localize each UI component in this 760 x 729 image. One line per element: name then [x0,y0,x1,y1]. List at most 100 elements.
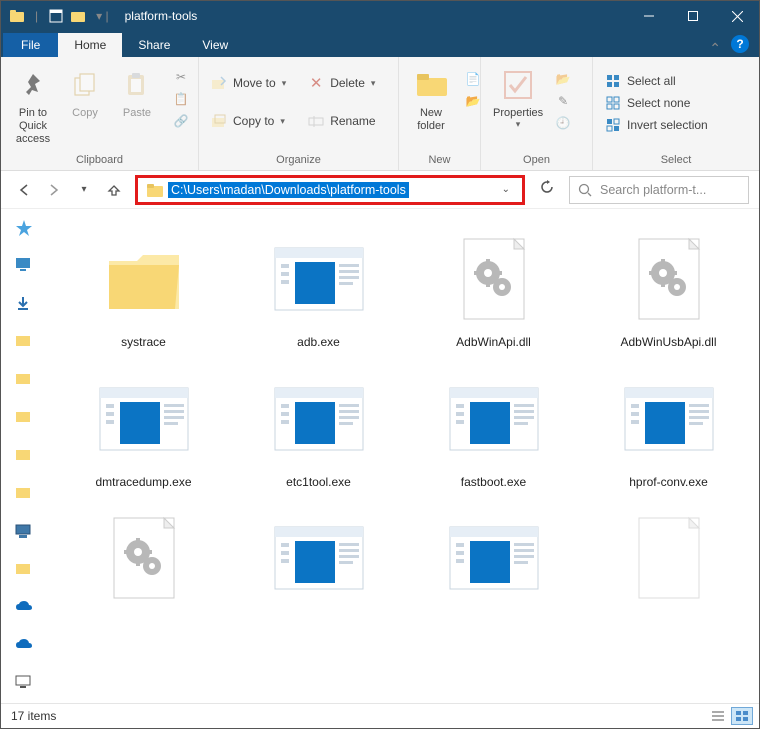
search-icon [578,183,592,197]
file-item[interactable]: fastboot.exe [411,365,576,495]
history-icon: 🕘 [555,115,571,131]
properties-label: Properties [493,107,543,119]
window-controls [627,1,759,31]
minimize-button[interactable] [627,1,671,31]
search-box[interactable]: Search platform-t... [569,176,749,204]
select-all-icon [605,73,621,89]
ribbon-group-select: Select all Select none Invert selection … [593,57,759,170]
recent-dropdown[interactable]: ▾ [75,181,93,199]
ribbon-group-clipboard: Pin to Quick access Copy Paste ✂ 📋 🔗 Cli… [1,57,199,170]
rename-button[interactable]: Rename [302,111,381,131]
select-none-button[interactable]: Select none [599,93,714,113]
folder-icon[interactable] [15,561,33,579]
file-item[interactable] [411,504,576,618]
navigation-pane[interactable] [1,209,41,703]
item-count: 17 items [11,709,56,723]
file-tab[interactable]: File [3,33,58,57]
close-button[interactable] [715,1,759,31]
monitor-icon[interactable] [15,675,33,693]
quick-access-icon[interactable] [15,219,33,237]
address-bar[interactable]: C:\Users\madan\Downloads\platform-tools … [135,175,525,205]
qat: | ▾ | [1,8,121,24]
history-button[interactable]: 🕘 [549,113,577,133]
onedrive-icon[interactable] [15,599,33,617]
cut-button[interactable]: ✂ [167,67,195,87]
edit-icon: ✎ [555,93,571,109]
folder-icon [146,181,164,199]
folder-icon[interactable] [15,409,33,427]
invert-selection-button[interactable]: Invert selection [599,115,714,135]
file-item[interactable] [61,504,226,618]
refresh-button[interactable] [537,180,557,200]
ribbon-group-open: Properties ▾ 📂 ✎ 🕘 Open [481,57,593,170]
forward-button[interactable] [45,181,63,199]
this-pc-icon[interactable] [15,523,33,541]
file-item[interactable] [586,504,751,618]
group-label: Select [593,152,759,170]
move-to-button[interactable]: Move to [205,73,292,93]
address-path[interactable]: C:\Users\madan\Downloads\platform-tools [168,182,409,198]
open-button[interactable]: 📂 [549,69,577,89]
delete-button[interactable]: ✕Delete [302,73,381,93]
file-item[interactable]: etc1tool.exe [236,365,401,495]
copy-to-button[interactable]: Copy to [205,111,292,131]
file-thumbnail [264,508,374,608]
file-thumbnail [614,229,724,329]
select-all-button[interactable]: Select all [599,71,714,91]
file-item[interactable]: AdbWinUsbApi.dll [586,225,751,355]
view-tab[interactable]: View [186,33,244,57]
file-item[interactable]: adb.exe [236,225,401,355]
file-list[interactable]: systrace adb.exeAdbWinApi.dllAdbWinUsbApi… [41,209,759,703]
file-item[interactable]: AdbWinApi.dll [411,225,576,355]
folder-icon[interactable] [15,485,33,503]
onedrive-icon[interactable] [15,637,33,655]
file-item[interactable]: hprof-conv.exe [586,365,751,495]
scissors-icon: ✂ [173,69,189,85]
rename-icon [308,113,324,129]
copy-icon [69,69,101,101]
pin-to-quick-access-button[interactable]: Pin to Quick access [7,61,59,151]
back-button[interactable] [15,181,33,199]
desktop-icon[interactable] [15,257,33,275]
invert-icon [605,117,621,133]
file-item[interactable]: dmtracedump.exe [61,365,226,495]
downloads-icon[interactable] [15,295,33,313]
copy-button[interactable]: Copy [59,61,111,123]
file-item[interactable] [236,504,401,618]
collapse-ribbon-button[interactable]: ⌃ [705,40,725,57]
group-label: Organize [199,152,398,170]
group-label: Clipboard [1,152,198,170]
file-name: etc1tool.exe [286,475,351,491]
paste-button[interactable]: Paste [111,61,163,123]
new-item-icon: 📄 [465,71,481,87]
properties-button[interactable]: Properties ▾ [487,61,549,134]
new-folder-icon[interactable] [70,8,86,24]
search-placeholder: Search platform-t... [600,183,706,197]
file-item[interactable]: systrace [61,225,226,355]
paste-shortcut-button[interactable]: 🔗 [167,111,195,131]
folder-icon [415,69,447,101]
help-button[interactable]: ? [731,35,749,53]
copy-path-button[interactable]: 📋 [167,89,195,109]
folder-icon[interactable] [15,447,33,465]
details-view-button[interactable] [707,707,729,725]
folder-icon[interactable] [15,371,33,389]
properties-icon[interactable] [48,8,64,24]
file-name: systrace [121,335,166,351]
up-button[interactable] [105,181,123,199]
home-tab[interactable]: Home [58,33,122,57]
separator: | [35,9,38,23]
pin-label: Pin to Quick access [13,107,53,147]
share-tab[interactable]: Share [122,33,186,57]
ribbon-group-new: New folder 📄 📂 New [399,57,481,170]
edit-button[interactable]: ✎ [549,91,577,111]
window-title: platform-tools [125,9,198,23]
folder-icon[interactable] [15,333,33,351]
new-folder-button[interactable]: New folder [405,61,457,137]
thumbnails-view-button[interactable] [731,707,753,725]
easy-access-icon: 📂 [465,93,481,109]
path-icon: 📋 [173,91,189,107]
separator: ▾ | [96,9,108,23]
maximize-button[interactable] [671,1,715,31]
address-dropdown[interactable]: ⌄ [494,184,518,195]
